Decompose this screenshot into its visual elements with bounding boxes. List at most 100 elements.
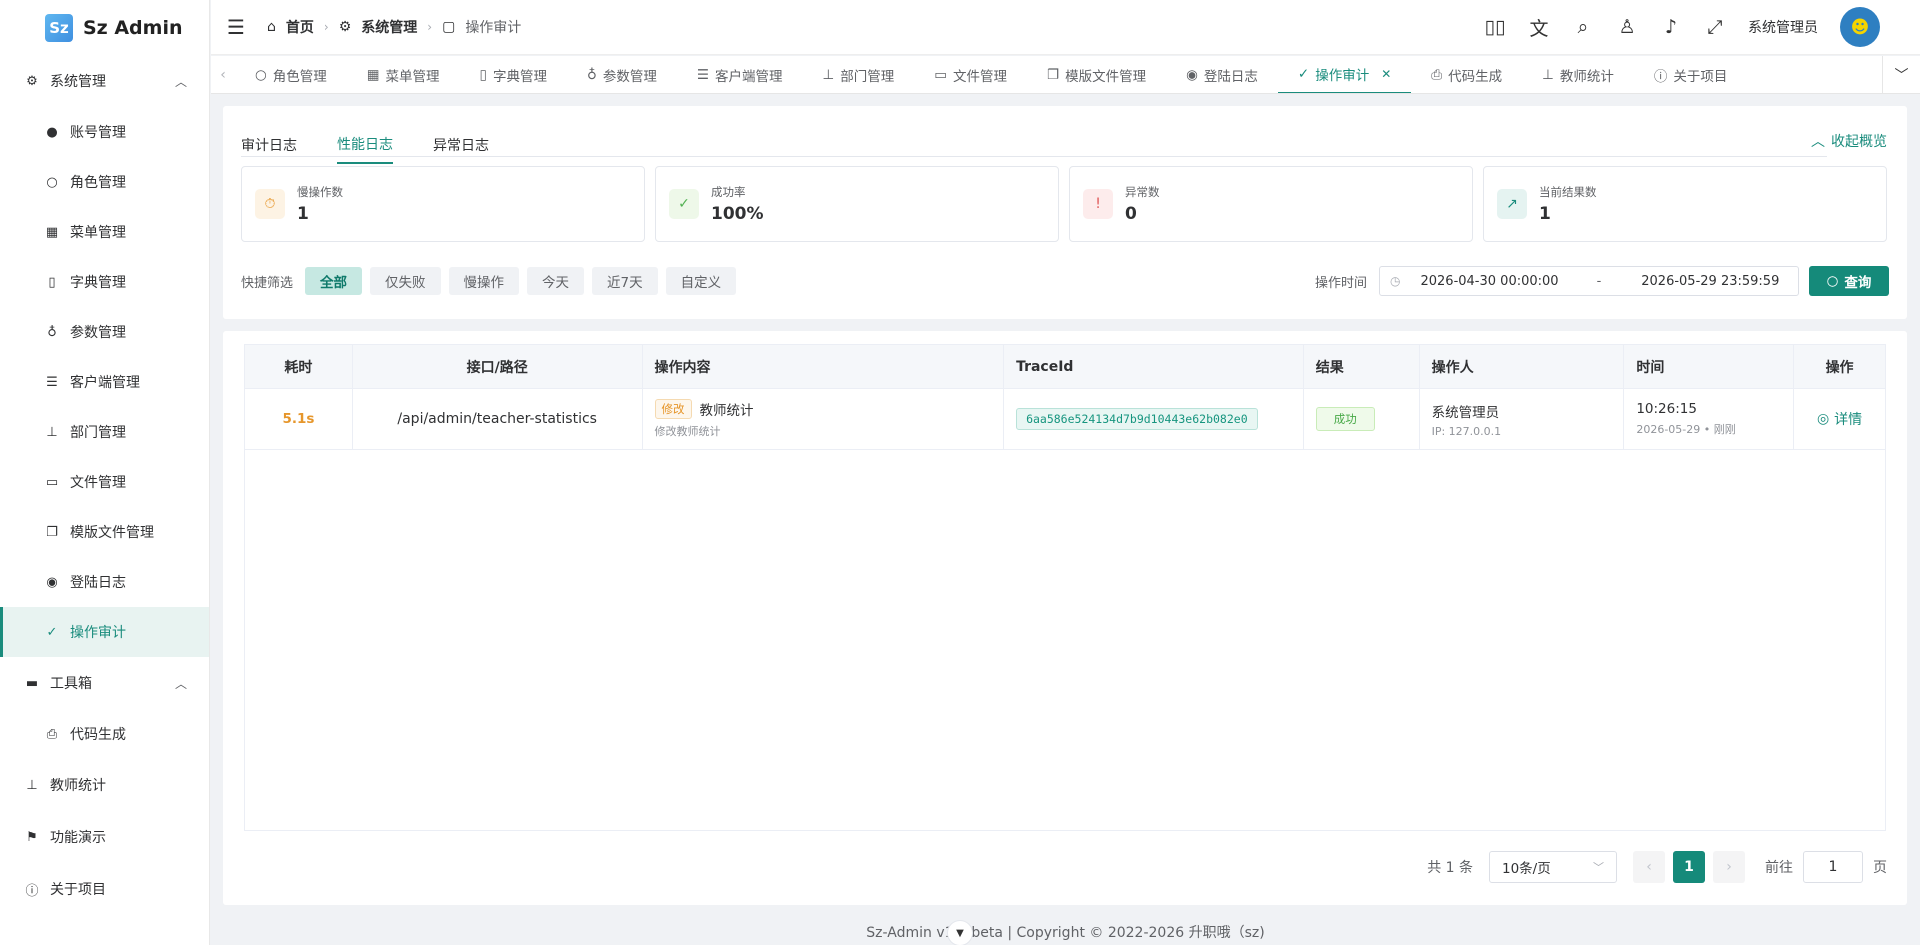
menu-toggle-icon[interactable]: ☰	[227, 15, 249, 39]
app-name: Sz Admin	[83, 16, 183, 39]
sidebar-item-about[interactable]: ⓘ 关于项目	[0, 863, 209, 915]
chevron-up-icon: ︿	[174, 676, 187, 691]
chip-failed-only[interactable]: 仅失败	[370, 267, 441, 295]
operation-title: 教师统计	[699, 403, 754, 419]
sidebar-item-demo[interactable]: ⚑ 功能演示	[0, 811, 209, 863]
subtab-audit-log[interactable]: 审计日志	[241, 126, 297, 164]
next-page-button[interactable]: ›	[1713, 851, 1745, 883]
tab-codegen[interactable]: ⎙ 代码生成	[1411, 56, 1522, 93]
files-icon: ❐	[1047, 66, 1060, 83]
tab-label: 角色管理	[272, 68, 327, 85]
operator-ip: IP: 127.0.0.1	[1431, 424, 1502, 438]
sidebar-item-files[interactable]: ▭ 文件管理	[0, 457, 209, 507]
close-icon[interactable]: ✕	[1381, 67, 1391, 81]
layout-icon[interactable]: ▯▯	[1484, 16, 1506, 38]
page-number-current[interactable]: 1	[1673, 851, 1705, 883]
range-start[interactable]: 2026-04-30 00:00:00	[1420, 274, 1558, 289]
printer-icon: ⎙	[1431, 66, 1443, 83]
breadcrumb-item: 操作审计	[465, 20, 522, 36]
theme-shirt-icon[interactable]: ♙	[1616, 16, 1638, 38]
logo-icon: Sz	[45, 13, 73, 42]
fullscreen-icon[interactable]: ⤢	[1704, 16, 1726, 38]
chip-last-7-days[interactable]: 近7天	[592, 267, 658, 295]
tab-dict[interactable]: ▯ 字典管理	[460, 56, 567, 93]
sidebar-item-dict[interactable]: ▯ 字典管理	[0, 257, 209, 307]
tab-login-log[interactable]: ◉ 登陆日志	[1166, 56, 1278, 93]
prev-page-button[interactable]: ‹	[1633, 851, 1665, 883]
tab-files[interactable]: ▭ 文件管理	[914, 56, 1027, 93]
tab-depts[interactable]: ⊥ 部门管理	[802, 56, 914, 93]
tab-clients[interactable]: ☰ 客户端管理	[677, 56, 803, 93]
search-icon[interactable]: ⌕	[1572, 16, 1594, 38]
eye-icon: ◎	[1816, 411, 1830, 427]
sidebar-item-clients[interactable]: ☰ 客户端管理	[0, 357, 209, 407]
tab-audit[interactable]: ✓ 操作审计 ✕	[1277, 56, 1412, 93]
chevron-left-icon[interactable]: ‹	[211, 67, 235, 83]
gear-icon: ⚙	[338, 19, 352, 35]
chip-slow-ops[interactable]: 慢操作	[448, 267, 520, 295]
book-icon: ▯	[479, 66, 487, 83]
org-icon: ⊥	[1542, 66, 1554, 83]
grid-icon: ▦	[366, 66, 380, 83]
sidebar-item-params[interactable]: ♁ 参数管理	[0, 307, 209, 357]
sidebar-item-accounts[interactable]: ● 账号管理	[0, 107, 209, 157]
stat-card-exceptions: ! 异常数 0	[1069, 166, 1473, 242]
subtab-performance-log[interactable]: 性能日志	[337, 126, 393, 164]
grid-icon: ▦	[45, 224, 59, 240]
org-icon: ⊥	[26, 777, 38, 793]
date-range-picker[interactable]: ◷ 2026-04-30 00:00:00 - 2026-05-29 23:59…	[1379, 266, 1799, 296]
tab-params[interactable]: ♁ 参数管理	[567, 56, 677, 93]
sidebar-item-depts[interactable]: ⊥ 部门管理	[0, 407, 209, 457]
sidebar-item-label: 参数管理	[70, 325, 126, 341]
goto-page-input[interactable]: 1	[1803, 851, 1863, 883]
operation-type-tag: 修改	[654, 399, 692, 419]
logo[interactable]: Sz Sz Admin	[0, 0, 209, 55]
bell-icon[interactable]: ♪	[1660, 16, 1682, 38]
translate-icon[interactable]: 文	[1528, 14, 1550, 41]
page-suffix: 页	[1873, 860, 1887, 876]
tab-teacher-stats[interactable]: ⊥ 教师统计	[1522, 56, 1634, 93]
sidebar-item-login-log[interactable]: ◉ 登陆日志	[0, 557, 209, 607]
col-action: 操作	[1825, 359, 1854, 376]
sidebar-item-templates[interactable]: ❐ 模版文件管理	[0, 507, 209, 557]
trace-id-tag[interactable]: 6aa586e524134d7b9d10443e62b082e0	[1016, 408, 1258, 430]
tabs-more-button[interactable]: ﹀	[1882, 56, 1920, 93]
chip-today[interactable]: 今天	[527, 267, 585, 295]
chevron-down-icon: ﹀	[1894, 68, 1909, 84]
tab-label: 部门管理	[840, 68, 895, 85]
chevron-down-icon[interactable]: ▼	[947, 920, 973, 945]
user-icon: ●	[46, 124, 58, 140]
chip-all[interactable]: 全部	[305, 267, 363, 295]
tab-templates[interactable]: ❐ 模版文件管理	[1027, 56, 1166, 93]
page-size-select[interactable]: 10条/页 ﹀	[1489, 851, 1617, 883]
tab-about[interactable]: ⓘ 关于项目	[1634, 56, 1748, 93]
tab-label: 操作审计	[1315, 67, 1370, 84]
sidebar-item-menus[interactable]: ▦ 菜单管理	[0, 207, 209, 257]
detail-button[interactable]: ◎ 详情	[1817, 409, 1862, 429]
breadcrumb-item[interactable]: 系统管理	[361, 17, 417, 37]
collapse-overview-button[interactable]: ︿ 收起概览	[1811, 126, 1887, 156]
avatar[interactable]: ☻	[1840, 7, 1880, 47]
sidebar-group-system[interactable]: ⚙ 系统管理 ︿	[0, 55, 209, 107]
doc-check-icon: ✓	[1297, 65, 1310, 82]
range-end[interactable]: 2026-05-29 23:59:59	[1641, 274, 1779, 289]
sidebar-item-teacher-stats[interactable]: ⊥ 教师统计	[0, 759, 209, 811]
chip-custom[interactable]: 自定义	[665, 267, 737, 295]
header-actions: ▯▯ 文 ⌕ ♙ ♪ ⤢ 系统管理员 ☻	[1484, 7, 1920, 47]
tab-roles[interactable]: ○ 角色管理	[235, 56, 347, 93]
time-filter: 操作时间 ◷ 2026-04-30 00:00:00 - 2026-05-29 …	[1315, 266, 1889, 296]
breadcrumb-item[interactable]: 首页	[286, 17, 314, 37]
search-button[interactable]: ○ 查询	[1809, 266, 1889, 296]
sidebar-item-audit[interactable]: ✓ 操作审计	[0, 607, 209, 657]
tab-label: 文件管理	[953, 68, 1008, 85]
sidebar-item-codegen[interactable]: ⎙ 代码生成	[0, 709, 209, 759]
sidebar-group-toolbox[interactable]: ▬ 工具箱 ︿	[0, 657, 209, 709]
sidebar-item-roles[interactable]: ○ 角色管理	[0, 157, 209, 207]
briefcase-icon: ▭	[45, 474, 59, 490]
username[interactable]: 系统管理员	[1748, 17, 1818, 37]
tab-menus[interactable]: ▦ 菜单管理	[347, 56, 460, 93]
sidebar-item-label: 操作审计	[70, 625, 126, 641]
subtab-exception-log[interactable]: 异常日志	[433, 126, 489, 164]
search-button-label: 查询	[1844, 275, 1872, 291]
sidebar-item-label: 菜单管理	[70, 225, 126, 241]
